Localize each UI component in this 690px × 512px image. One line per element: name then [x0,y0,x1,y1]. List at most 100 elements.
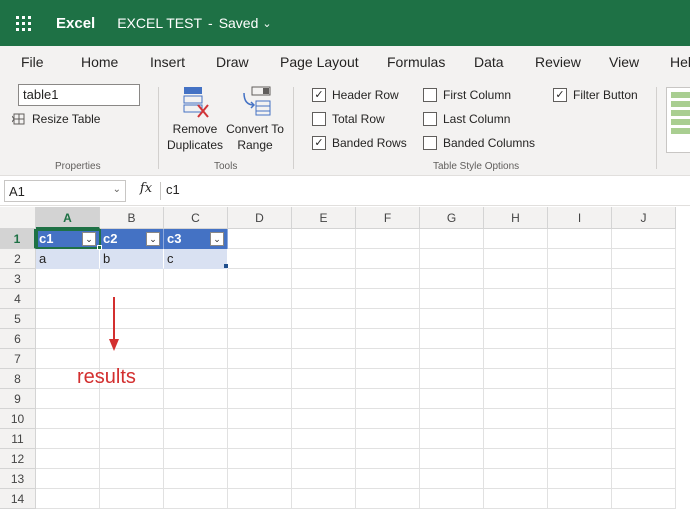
name-box[interactable]: A1 ⌄ [4,180,126,202]
cell-d2[interactable] [228,249,292,269]
cell-d10[interactable] [228,409,292,429]
document-title[interactable]: EXCEL TEST [117,15,202,31]
app-launcher-icon[interactable] [0,0,46,46]
header-row-checkbox[interactable]: ✓ Header Row [312,88,399,102]
cell-j9[interactable] [612,389,676,409]
cell-j1[interactable] [612,229,676,249]
last-column-checkbox[interactable]: Last Column [423,112,510,126]
tab-view[interactable]: View [609,54,639,70]
cell-f13[interactable] [356,469,420,489]
cell-f2[interactable] [356,249,420,269]
cell-f8[interactable] [356,369,420,389]
row-header-5[interactable]: 5 [0,309,36,329]
cell-g3[interactable] [420,269,484,289]
filter-button-checkbox[interactable]: ✓ Filter Button [553,88,638,102]
table-header-cell[interactable]: c1 ⌄ [36,229,100,249]
chevron-down-icon[interactable]: ⌄ [113,184,121,195]
cell-g13[interactable] [420,469,484,489]
cell-f9[interactable] [356,389,420,409]
cell-f5[interactable] [356,309,420,329]
column-header-a[interactable]: A [36,207,100,229]
resize-table-button[interactable]: Resize Table [11,112,100,126]
cell-i5[interactable] [548,309,612,329]
row-header-7[interactable]: 7 [0,349,36,369]
cell-i6[interactable] [548,329,612,349]
cell-f1[interactable] [356,229,420,249]
save-status[interactable]: Saved [219,15,259,31]
table-data-cell[interactable]: b [100,249,164,269]
cell-g4[interactable] [420,289,484,309]
cell-h3[interactable] [484,269,548,289]
row-header-4[interactable]: 4 [0,289,36,309]
cell-i4[interactable] [548,289,612,309]
cell-h1[interactable] [484,229,548,249]
cell-a11[interactable] [36,429,100,449]
cell-i3[interactable] [548,269,612,289]
cell-h10[interactable] [484,409,548,429]
table-styles-gallery[interactable] [666,87,690,153]
cell-g14[interactable] [420,489,484,509]
insert-function-icon[interactable]: fx [134,181,158,201]
cell-b11[interactable] [100,429,164,449]
cell-h12[interactable] [484,449,548,469]
cell-d14[interactable] [228,489,292,509]
cell-j7[interactable] [612,349,676,369]
tab-home[interactable]: Home [81,54,118,70]
cell-i7[interactable] [548,349,612,369]
cell-f14[interactable] [356,489,420,509]
remove-duplicates-button[interactable]: Remove Duplicates [166,85,224,153]
row-header-13[interactable]: 13 [0,469,36,489]
cell-g1[interactable] [420,229,484,249]
cell-f12[interactable] [356,449,420,469]
column-header-c[interactable]: C [164,207,228,229]
cell-i1[interactable] [548,229,612,249]
tab-help[interactable]: Help [670,54,690,70]
cell-e4[interactable] [292,289,356,309]
column-header-i[interactable]: I [548,207,612,229]
row-header-3[interactable]: 3 [0,269,36,289]
table-header-cell[interactable]: c2 ⌄ [100,229,164,249]
cell-e5[interactable] [292,309,356,329]
banded-rows-checkbox[interactable]: ✓ Banded Rows [312,136,407,150]
cell-b9[interactable] [100,389,164,409]
cell-e11[interactable] [292,429,356,449]
first-column-checkbox[interactable]: First Column [423,88,511,102]
chevron-down-icon[interactable]: ⌄ [262,17,271,30]
tab-formulas[interactable]: Formulas [387,54,445,70]
row-header-10[interactable]: 10 [0,409,36,429]
column-header-f[interactable]: F [356,207,420,229]
cell-a5[interactable] [36,309,100,329]
cell-f3[interactable] [356,269,420,289]
cell-c10[interactable] [164,409,228,429]
cell-b3[interactable] [100,269,164,289]
cell-e13[interactable] [292,469,356,489]
cell-c13[interactable] [164,469,228,489]
cell-e14[interactable] [292,489,356,509]
cell-e6[interactable] [292,329,356,349]
cell-c4[interactable] [164,289,228,309]
cell-i13[interactable] [548,469,612,489]
cell-b12[interactable] [100,449,164,469]
cell-d7[interactable] [228,349,292,369]
cell-a6[interactable] [36,329,100,349]
app-name[interactable]: Excel [56,15,95,32]
cell-i8[interactable] [548,369,612,389]
tab-data[interactable]: Data [474,54,504,70]
cell-i2[interactable] [548,249,612,269]
cell-j8[interactable] [612,369,676,389]
cell-a3[interactable] [36,269,100,289]
cell-i9[interactable] [548,389,612,409]
cell-g11[interactable] [420,429,484,449]
cell-f7[interactable] [356,349,420,369]
cell-c8[interactable] [164,369,228,389]
cell-g8[interactable] [420,369,484,389]
cell-d5[interactable] [228,309,292,329]
cell-f4[interactable] [356,289,420,309]
cell-a9[interactable] [36,389,100,409]
tab-draw[interactable]: Draw [216,54,249,70]
cell-j10[interactable] [612,409,676,429]
cell-f10[interactable] [356,409,420,429]
cell-j12[interactable] [612,449,676,469]
cell-d13[interactable] [228,469,292,489]
cell-e12[interactable] [292,449,356,469]
